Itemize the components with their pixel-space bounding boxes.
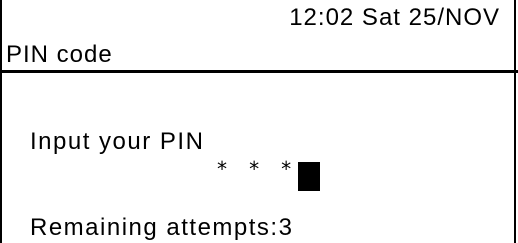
pin-prompt: Input your PIN xyxy=(30,128,205,155)
pin-input-field[interactable]: * * * xyxy=(216,157,321,191)
display-frame: 12:02 Sat 25/NOV PIN code Input your PIN… xyxy=(0,0,518,243)
title-divider xyxy=(2,70,518,73)
remaining-attempts: Remaining attempts:3 xyxy=(30,214,294,241)
pin-masked-digits: * * * xyxy=(216,157,297,181)
screen-title: PIN code xyxy=(6,41,113,68)
status-datetime: 12:02 Sat 25/NOV xyxy=(289,4,500,31)
text-cursor-block xyxy=(298,162,321,191)
